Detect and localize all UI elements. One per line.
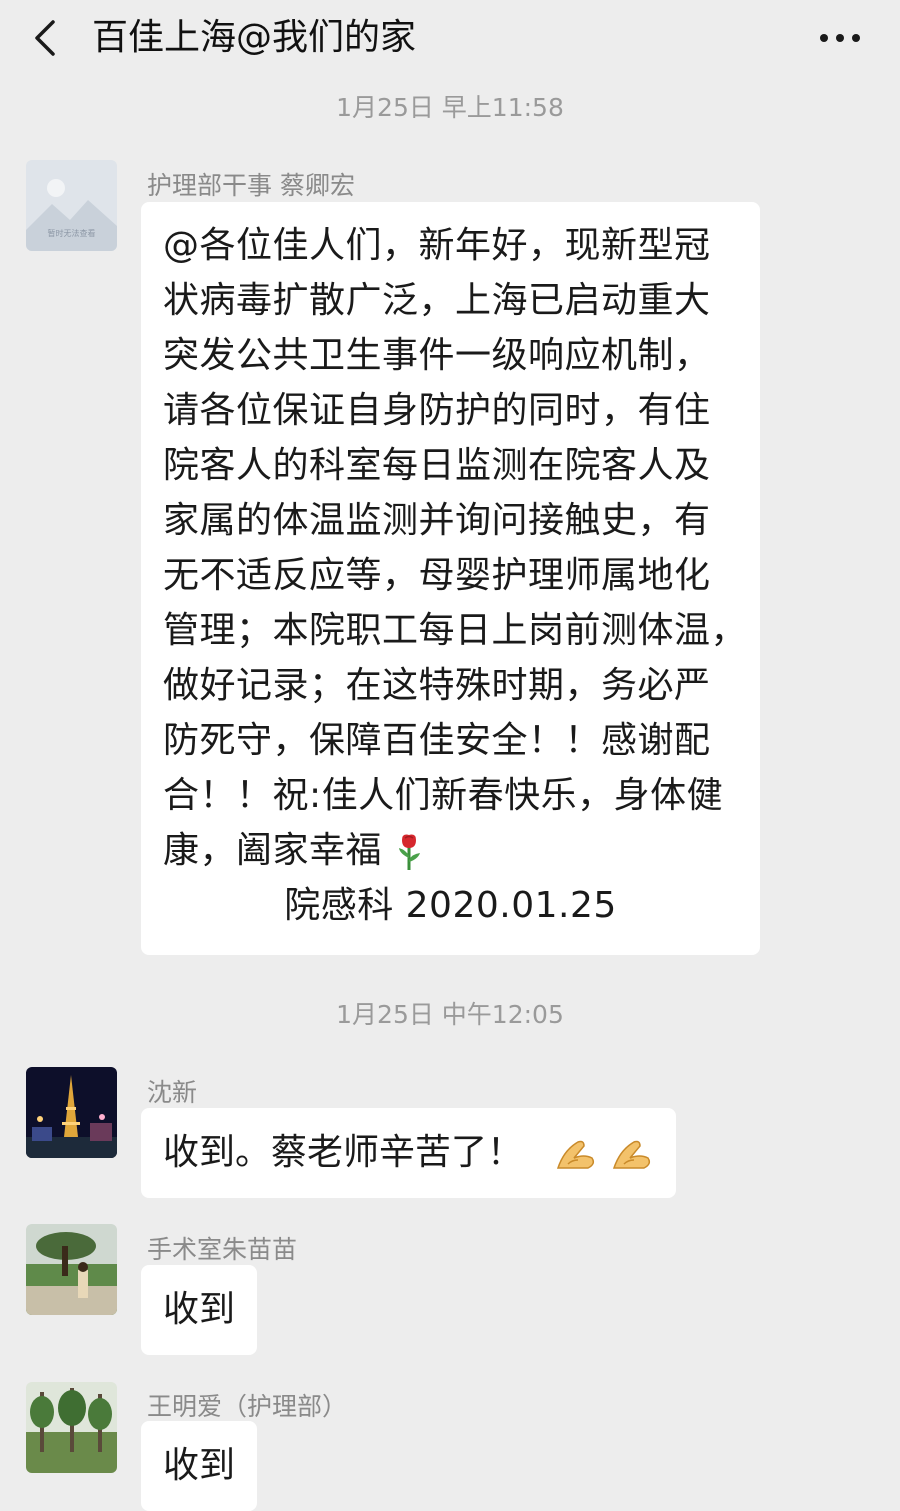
message-line: 突发公共卫生事件一级响应机制， bbox=[163, 335, 711, 376]
message-signature: 院感科 2020.01.25 bbox=[284, 885, 617, 926]
message-bubble[interactable]: 收到 bbox=[141, 1421, 258, 1511]
sender-name: 沈新 bbox=[147, 1078, 198, 1107]
message-bubble[interactable]: 收到。蔡老师辛苦了！ bbox=[141, 1108, 676, 1198]
sender-name: 手术室朱苗苗 bbox=[147, 1235, 298, 1264]
avatar[interactable]: 暂时无法查看 bbox=[26, 160, 117, 251]
message-text: 收到 bbox=[163, 1289, 236, 1330]
message-line: 院客人的科室每日监测在院客人及 bbox=[163, 445, 711, 486]
avatar-image bbox=[26, 1067, 117, 1158]
avatar-note: 暂时无法查看 bbox=[48, 228, 96, 238]
message-line: 防死守，保障百佳安全！！感谢配 bbox=[163, 720, 711, 761]
message-line: 做好记录；在这特殊时期，务必严 bbox=[163, 665, 711, 706]
avatar[interactable] bbox=[26, 1224, 117, 1315]
message-line: 合！！祝:佳人们新春快乐，身体健 bbox=[163, 775, 724, 816]
more-button[interactable] bbox=[810, 14, 870, 62]
avatar-image bbox=[26, 1382, 117, 1473]
message-text: 收到 bbox=[163, 1445, 236, 1486]
chat-title: 百佳上海@我们的家 bbox=[92, 17, 417, 58]
clap-icon bbox=[557, 1140, 595, 1169]
rose-icon bbox=[398, 834, 420, 870]
clap-icon bbox=[612, 1140, 650, 1169]
message-line: 状病毒扩散广泛，上海已启动重大 bbox=[163, 280, 711, 321]
message-line-text: 康，阖家幸福 bbox=[163, 830, 383, 871]
image-unavailable-placeholder: 暂时无法查看 bbox=[26, 160, 117, 251]
message-timestamp: 1月25日 中午12:05 bbox=[336, 1000, 564, 1029]
message-timestamp: 1月25日 早上11:58 bbox=[336, 93, 564, 122]
message-line: 无不适反应等，母婴护理师属地化 bbox=[163, 555, 711, 596]
message-line: 家属的体温监测并询问接触史，有 bbox=[163, 500, 711, 541]
message-bubble[interactable]: 收到 bbox=[141, 1265, 258, 1355]
message-line: @各位佳人们，新年好，现新型冠 bbox=[163, 225, 711, 266]
sender-name: 护理部干事 蔡卿宏 bbox=[147, 171, 355, 200]
message-line: 管理；本院职工每日上岗前测体温， bbox=[163, 610, 748, 651]
message-text: 收到。蔡老师辛苦了！ bbox=[163, 1132, 524, 1173]
avatar-image bbox=[26, 1224, 117, 1315]
avatar[interactable] bbox=[26, 1067, 117, 1158]
chat-header: 百佳上海@我们的家 bbox=[0, 0, 900, 78]
sender-name: 王明爱（护理部） bbox=[147, 1392, 348, 1421]
back-button[interactable] bbox=[22, 14, 70, 62]
avatar[interactable] bbox=[26, 1382, 117, 1473]
message-bubble[interactable]: @各位佳人们，新年好，现新型冠 状病毒扩散广泛，上海已启动重大 突发公共卫生事件… bbox=[141, 202, 760, 955]
message-line-last: 康，阖家幸福 bbox=[163, 823, 738, 878]
message-line: 请各位保证自身防护的同时，有住 bbox=[163, 390, 711, 431]
more-dots-icon bbox=[820, 34, 860, 42]
chevron-left-icon bbox=[35, 20, 55, 56]
